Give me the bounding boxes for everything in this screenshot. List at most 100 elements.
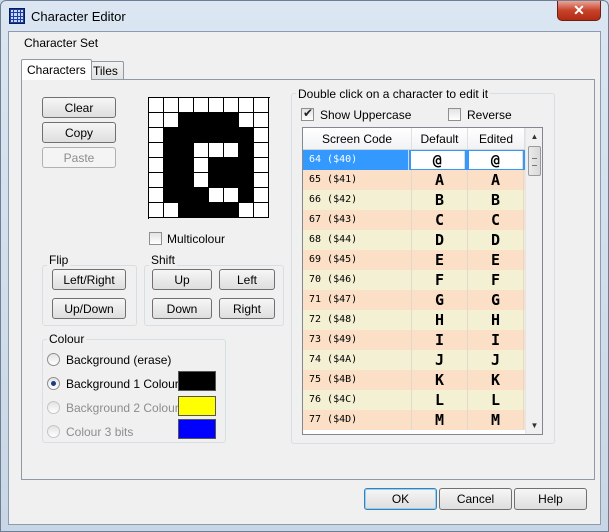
pixel-cell[interactable] [254,113,269,128]
paste-button[interactable]: Paste [42,147,116,168]
flip-left-right-button[interactable]: Left/Right [52,269,126,290]
scroll-up-icon[interactable]: ▲ [526,128,542,145]
pixel-cell[interactable] [209,113,224,128]
pixel-cell[interactable] [179,113,194,128]
pixel-cell[interactable] [164,98,179,113]
scroll-down-icon[interactable]: ▼ [526,417,542,434]
pixel-cell[interactable] [239,173,254,188]
list-item[interactable]: 72 ($48) H H [303,310,525,330]
multicolour-checkbox[interactable] [149,232,162,245]
pixel-cell[interactable] [224,128,239,143]
pixel-cell[interactable] [179,203,194,218]
scroll-thumb[interactable] [528,146,541,176]
clear-button[interactable]: Clear [42,97,116,118]
pixel-cell[interactable] [239,143,254,158]
background-1-colour-radio[interactable] [47,377,60,390]
list-item[interactable]: 66 ($42) B B [303,190,525,210]
pixel-cell[interactable] [194,128,209,143]
pixel-cell[interactable] [239,158,254,173]
pixel-cell[interactable] [209,203,224,218]
shift-right-button[interactable]: Right [219,298,275,319]
pixel-cell[interactable] [164,143,179,158]
pixel-cell[interactable] [179,173,194,188]
character-list-scrollbar[interactable]: ▲ ▼ [525,128,542,434]
column-header-screen-code[interactable]: Screen Code [303,128,412,149]
copy-button[interactable]: Copy [42,122,116,143]
pixel-cell[interactable] [239,203,254,218]
pixel-cell[interactable] [209,173,224,188]
pixel-cell[interactable] [194,98,209,113]
shift-down-button[interactable]: Down [152,298,212,319]
pixel-cell[interactable] [149,143,164,158]
column-header-edited[interactable]: Edited [468,128,525,149]
pixel-cell[interactable] [254,128,269,143]
tab-tiles[interactable]: Tiles [87,61,124,80]
colour-3-bits-radio[interactable] [47,425,60,438]
pixel-cell[interactable] [224,173,239,188]
pixel-cell[interactable] [179,128,194,143]
pixel-cell[interactable] [149,158,164,173]
list-item[interactable]: 75 ($4B) K K [303,370,525,390]
list-item[interactable]: 74 ($4A) J J [303,350,525,370]
close-icon[interactable]: ✕ [557,1,601,21]
flip-up-down-button[interactable]: Up/Down [52,298,126,319]
pixel-cell[interactable] [164,128,179,143]
list-item[interactable]: 76 ($4C) L L [303,390,525,410]
pixel-cell[interactable] [164,173,179,188]
pixel-cell[interactable] [239,113,254,128]
pixel-cell[interactable] [194,143,209,158]
colour-3-bits-swatch[interactable] [178,419,216,439]
pixel-cell[interactable] [254,143,269,158]
pixel-cell[interactable] [209,98,224,113]
pixel-cell[interactable] [239,98,254,113]
pixel-cell[interactable] [209,143,224,158]
pixel-cell[interactable] [164,188,179,203]
pixel-cell[interactable] [209,158,224,173]
background-2-colour-radio[interactable] [47,401,60,414]
list-item[interactable]: 64 ($40) @ @ [303,150,525,170]
list-item[interactable]: 70 ($46) F F [303,270,525,290]
pixel-cell[interactable] [149,188,164,203]
pixel-cell[interactable] [164,158,179,173]
pixel-cell[interactable] [149,203,164,218]
shift-left-button[interactable]: Left [219,269,275,290]
pixel-cell[interactable] [224,203,239,218]
title-bar[interactable]: Character Editor ✕ [1,1,608,31]
pixel-cell[interactable] [194,173,209,188]
pixel-cell[interactable] [224,158,239,173]
pixel-cell[interactable] [254,98,269,113]
pixel-cell[interactable] [194,158,209,173]
pixel-cell[interactable] [149,98,164,113]
list-item[interactable]: 69 ($45) E E [303,250,525,270]
list-item[interactable]: 77 ($4D) M M [303,410,525,430]
pixel-cell[interactable] [149,113,164,128]
show-uppercase-checkbox[interactable] [301,106,314,121]
pixel-cell[interactable] [224,113,239,128]
pixel-cell[interactable] [179,143,194,158]
pixel-cell[interactable] [149,173,164,188]
background-2-colour-swatch[interactable] [178,396,216,416]
pixel-cell[interactable] [224,188,239,203]
pixel-cell[interactable] [194,188,209,203]
character-list[interactable]: Screen Code Default Edited 64 ($40) @ @65 … [302,127,543,435]
pixel-cell[interactable] [164,113,179,128]
pixel-cell[interactable] [254,173,269,188]
pixel-cell[interactable] [224,98,239,113]
pixel-cell[interactable] [239,188,254,203]
pixel-cell[interactable] [254,188,269,203]
list-item[interactable]: 65 ($41) A A [303,170,525,190]
pixel-cell[interactable] [164,203,179,218]
pixel-cell[interactable] [254,158,269,173]
pixel-cell[interactable] [179,188,194,203]
pixel-cell[interactable] [239,128,254,143]
help-button[interactable]: Help [514,488,587,510]
list-item[interactable]: 67 ($43) C C [303,210,525,230]
pixel-cell[interactable] [194,113,209,128]
pixel-edit-grid[interactable] [148,97,270,219]
tab-characters[interactable]: Characters [21,59,92,80]
column-header-default[interactable]: Default [412,128,468,149]
pixel-cell[interactable] [179,158,194,173]
reverse-checkbox[interactable] [448,108,461,121]
pixel-cell[interactable] [224,143,239,158]
pixel-cell[interactable] [149,128,164,143]
